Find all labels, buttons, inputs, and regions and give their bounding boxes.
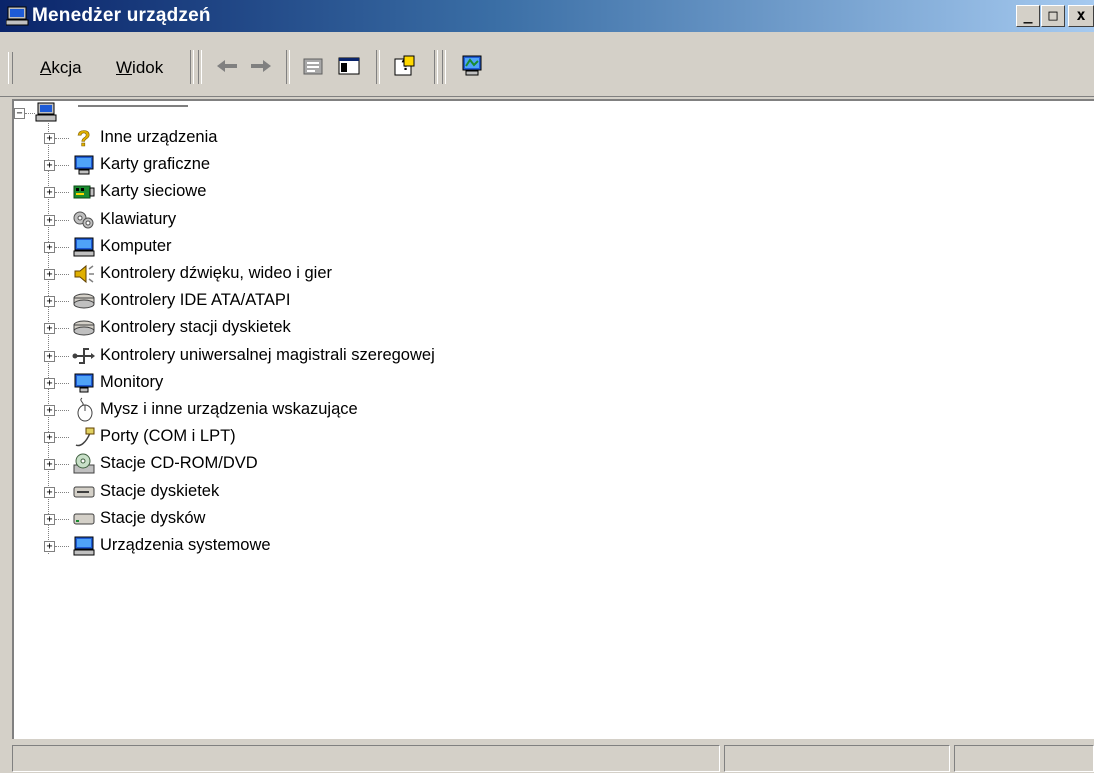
tree-item-label[interactable]: Kontrolery stacji dyskietek [100,318,291,337]
tree-connector [55,410,69,411]
tree-item-label[interactable]: Karty sieciowe [100,182,206,201]
cdrom-icon [70,452,98,476]
floppy-controller-icon [70,316,98,340]
ide-controller-icon [70,289,98,313]
question-mark-icon: ? [70,126,98,150]
tree-expand-toggle[interactable]: + [44,377,55,389]
port-icon [70,425,98,449]
tree-connector [55,165,69,167]
tree-item-label[interactable]: Kontrolery uniwersalnej magistrali szere… [100,346,435,365]
computer-root-icon[interactable] [34,101,60,130]
computer-icon [70,235,98,259]
tree-connector [55,546,69,547]
back-arrow-icon[interactable] [212,52,242,80]
tree-item-label[interactable]: Komputer [100,237,172,256]
tree-item-label[interactable]: Stacje dysków [100,509,205,528]
device-manager-icon [5,6,30,26]
tree-expand-toggle[interactable]: + [44,541,55,552]
tree-item-label[interactable]: Mysz i inne urządzenia wskazujące [100,400,358,419]
toolbar: Akcja Widok ? [0,32,1094,97]
tree-connector [55,246,69,248]
usb-icon [70,344,98,368]
window-title: Menedżer urządzeń [32,5,211,26]
tree-connector [55,382,69,384]
mouse-icon [70,397,98,422]
tree-expand-toggle[interactable]: + [44,160,55,172]
floppy-drive-icon [70,480,98,504]
toolbar-separator [286,50,290,84]
minimize-button[interactable]: _ [1016,5,1040,27]
tree-item-label[interactable]: Porty (COM i LPT) [100,427,236,446]
speaker-icon [70,262,98,286]
toolbar-grip[interactable] [8,52,13,84]
tree-connector [55,301,69,303]
root-collapse-toggle[interactable]: − [14,108,25,119]
network-card-icon [70,180,98,204]
monitor-icon [70,371,98,395]
tree-expand-toggle[interactable]: + [44,214,55,226]
toolbar-separator [376,50,380,84]
tree-connector [55,138,69,139]
tree-expand-toggle[interactable]: + [44,296,55,308]
help-icon[interactable]: ? [390,52,420,80]
properties-icon[interactable] [298,52,328,80]
svg-text:?: ? [77,127,90,149]
toolbar-separator [190,50,194,84]
tree-expand-toggle[interactable]: + [44,133,55,144]
tree-connector [55,328,69,330]
keyboard-icon [70,208,98,232]
tree-connector [55,437,69,439]
tree-expand-toggle[interactable]: + [44,269,55,280]
tree-item-label[interactable]: Urządzenia systemowe [100,536,271,555]
tree-connector [55,518,69,520]
forward-arrow-icon[interactable] [246,52,276,80]
tree-item-label[interactable]: Kontrolery IDE ATA/ATAPI [100,291,290,310]
scan-hardware-icon[interactable] [458,52,488,80]
tree-connector [55,464,69,466]
device-tree[interactable]: − +? Inne urządzenia + Karty graficzne + Kart… [12,99,1094,739]
tree-connector [55,192,69,194]
toolbar-separator [442,50,446,84]
status-pane-2 [724,745,950,772]
tree-item-label[interactable]: Stacje dyskietek [100,482,219,501]
tree-item-label[interactable]: Inne urządzenia [100,128,217,147]
menu-widok-mnemonic: W [116,58,133,77]
display-adapter-icon [70,153,98,177]
status-bar [12,742,1094,773]
tree-expand-toggle[interactable]: + [44,187,55,199]
tree-item-label[interactable]: Kontrolery dźwięku, wideo i gier [100,264,332,283]
system-devices-icon [70,534,98,558]
tree-expand-toggle[interactable]: + [44,486,55,498]
menu-akcja-mnemonic: A [40,58,52,77]
tree-item-label[interactable]: Monitory [100,373,163,392]
tree-expand-toggle[interactable]: + [44,405,55,416]
tree-expand-toggle[interactable]: + [44,323,55,335]
menu-akcja[interactable]: Akcja [40,58,82,78]
menu-widok-rest: idok [132,58,164,77]
show-hide-tree-icon[interactable] [334,52,364,80]
status-pane-3 [954,745,1094,772]
tree-expand-toggle[interactable]: + [44,350,55,362]
maximize-button[interactable]: □ [1041,5,1065,27]
toolbar-separator [434,50,438,84]
disk-drive-icon [70,507,98,531]
menu-akcja-rest: kcja [51,58,82,77]
tree-connector [55,355,69,357]
tree-item-label[interactable]: Stacje CD-ROM/DVD [100,454,258,473]
root-computer-label[interactable] [78,97,188,107]
tree-connector [55,219,69,221]
status-pane-main [12,745,720,772]
tree-expand-toggle[interactable]: + [44,241,55,253]
close-button[interactable]: x [1068,5,1094,27]
tree-connector [55,274,69,275]
menu-widok[interactable]: Widok [116,58,163,78]
tree-item-label[interactable]: Karty graficzne [100,155,210,174]
tree-connector [55,491,69,493]
tree-expand-toggle[interactable]: + [44,432,55,444]
tree-expand-toggle[interactable]: + [44,459,55,471]
toolbar-separator [198,50,202,84]
tree-item-label[interactable]: Klawiatury [100,210,176,229]
tree-expand-toggle[interactable]: + [44,513,55,525]
title-bar[interactable]: Menedżer urządzeń _ □ x [0,0,1094,32]
